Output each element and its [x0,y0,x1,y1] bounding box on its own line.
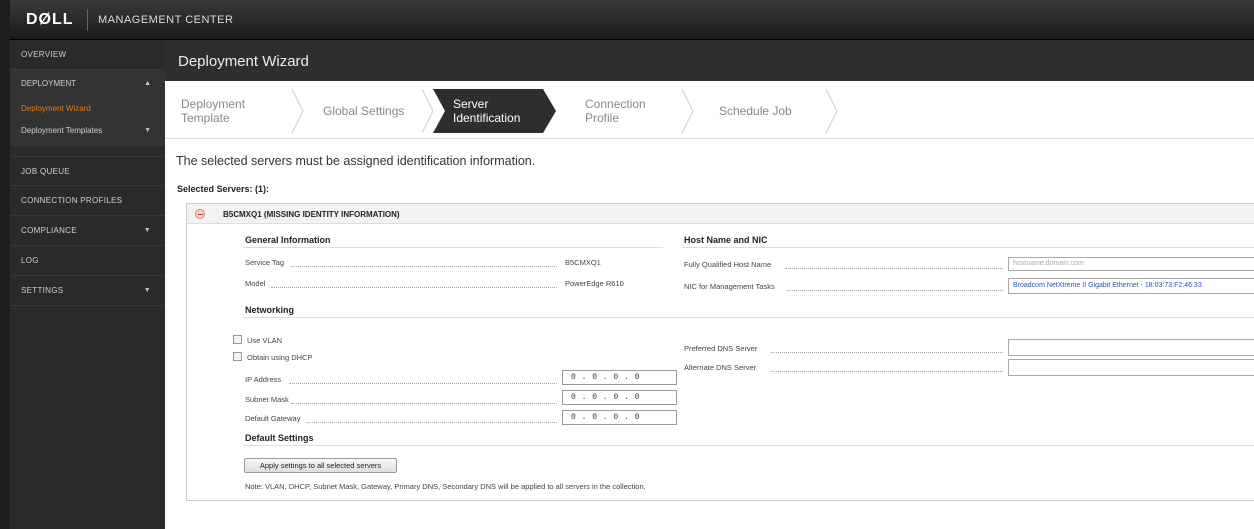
default-settings-heading: Default Settings [245,433,314,443]
model-label: Model [245,279,266,288]
app-title: MANAGEMENT CENTER [98,14,234,26]
nic-label: NIC for Management Tasks [684,282,775,291]
use-vlan-checkbox[interactable] [233,335,242,344]
sidebar-item-label: SETTINGS [21,286,64,295]
chevron-up-icon: ▲ [144,80,151,87]
page-header: Deployment Wizard [165,40,1254,81]
instruction-text: The selected servers must be assigned id… [176,154,536,168]
ip-address-input[interactable]: 0 . 0 . 0 . 0 [562,370,677,385]
ip-address-label: IP Address [245,375,282,384]
dell-logo: DØLL [26,11,74,28]
general-information-heading: General Information [245,235,331,245]
sidebar-item-settings[interactable]: SETTINGS ▼ [10,276,165,306]
top-bar: DØLL MANAGEMENT CENTER [10,0,1254,40]
sidebar-item-deployment[interactable]: DEPLOYMENT ▲ [10,70,165,98]
apply-settings-button[interactable]: Apply settings to all selected servers [244,458,397,473]
server-panel: B5CMXQ1 (MISSING IDENTITY INFORMATION) G… [186,203,1254,501]
wizard-step-deployment-template[interactable]: Deployment Template [181,89,291,133]
leader-dots [785,268,1003,269]
host-name-nic-heading: Host Name and NIC [684,235,768,245]
dhcp-label: Obtain using DHCP [247,353,313,362]
app-window: DØLL MANAGEMENT CENTER OVERVIEW DEPLOYME… [0,0,1254,529]
leader-dots [771,352,1003,353]
subnet-mask-input[interactable]: 0 . 0 . 0 . 0 [562,390,677,405]
networking-heading: Networking [245,305,295,315]
chevron-down-icon: ▼ [143,287,151,294]
sidebar-item-overview[interactable]: OVERVIEW [10,40,165,70]
sidebar-item-label: Deployment Templates [21,126,103,135]
divider [243,445,1254,446]
sidebar-item-label: CONNECTION PROFILES [21,196,123,205]
note-text: Note: VLAN, DHCP, Subnet Mask, Gateway, … [245,482,646,491]
wizard-step-global-settings[interactable]: Global Settings [323,89,433,133]
preferred-dns-label: Preferred DNS Server [684,344,758,353]
sidebar-item-label: OVERVIEW [21,50,67,59]
wizard-step-connection-profile[interactable]: Connection Profile [585,89,685,133]
chevron-down-icon: ▼ [144,127,151,134]
logo-divider [87,9,88,31]
step-label-line1: Global Settings [323,104,405,118]
step-label-line1: Server [453,97,489,111]
divider [243,247,663,248]
server-title: B5CMXQ1 (MISSING IDENTITY INFORMATION) [223,210,400,219]
sidebar-group-deployment: DEPLOYMENT ▲ Deployment Wizard Deploymen… [10,70,165,146]
chevron-down-icon: ▼ [143,227,151,234]
subnet-mask-label: Subnet Mask [245,395,289,404]
step-label-line1: Deployment [181,97,246,111]
hostname-input[interactable]: hostname.domain.com [1008,257,1254,271]
step-active-notch [433,89,445,133]
gateway-label: Default Gateway [245,414,301,423]
step-label-line2: Template [181,111,230,125]
service-tag-value: B5CMXQ1 [565,258,601,267]
step-label-line1: Schedule Job [719,104,792,118]
sidebar-item-compliance[interactable]: COMPLIANCE ▼ [10,216,165,246]
sidebar-item-label: LOG [21,256,39,265]
sidebar-item-log[interactable]: LOG [10,246,165,276]
step-label-line2: Identification [453,111,521,125]
model-value: PowerEdge R610 [565,279,624,288]
wizard-step-schedule-job[interactable]: Schedule Job [719,89,829,133]
step-separator-icon [291,89,304,133]
sidebar-item-label: JOB QUEUE [21,167,70,176]
service-tag-label: Service Tag [245,258,285,267]
sidebar-item-label: COMPLIANCE [21,226,77,235]
leader-dots [271,287,557,288]
step-label-line1: Connection [585,97,646,111]
sidebar: OVERVIEW DEPLOYMENT ▲ Deployment Wizard … [10,40,165,529]
leader-dots [291,403,557,404]
sidebar-item-deployment-wizard[interactable]: Deployment Wizard [10,98,165,120]
window-edge [0,0,10,529]
sidebar-item-deployment-templates[interactable]: Deployment Templates ▼ [10,120,165,142]
sidebar-item-label: Deployment Wizard [21,104,91,113]
leader-dots [771,371,1003,372]
dhcp-checkbox[interactable] [233,352,242,361]
page-title: Deployment Wizard [178,53,309,70]
fqhn-label: Fully Qualified Host Name [684,260,772,269]
wizard-step-server-identification[interactable]: Server Identification [433,89,543,133]
step-label-line2: Profile [585,111,620,125]
sidebar-item-job-queue[interactable]: JOB QUEUE [10,156,165,186]
leader-dots [291,266,557,267]
step-separator-icon [681,89,694,133]
step-active-arrow [543,89,556,133]
server-panel-header[interactable]: B5CMXQ1 (MISSING IDENTITY INFORMATION) [187,204,1254,224]
divider [682,247,1254,248]
leader-dots [289,383,557,384]
sidebar-item-connection-profiles[interactable]: CONNECTION PROFILES [10,186,165,216]
gateway-input[interactable]: 0 . 0 . 0 . 0 [562,410,677,425]
nic-select[interactable]: Broadcom NetXtreme II Gigabit Ethernet -… [1008,278,1254,294]
leader-dots [307,422,557,423]
divider [243,317,1254,318]
selected-servers-heading: Selected Servers: (1): [177,184,270,194]
wizard-steps: Deployment Template Global Settings Serve… [165,81,1254,139]
sidebar-item-label: DEPLOYMENT [21,79,77,88]
alternate-dns-label: Alternate DNS Server [684,363,757,372]
collapse-icon[interactable] [195,209,205,219]
use-vlan-label: Use VLAN [247,336,283,345]
alternate-dns-input[interactable] [1008,359,1254,376]
step-separator-icon [825,89,838,133]
leader-dots [787,290,1003,291]
preferred-dns-input[interactable] [1008,339,1254,356]
